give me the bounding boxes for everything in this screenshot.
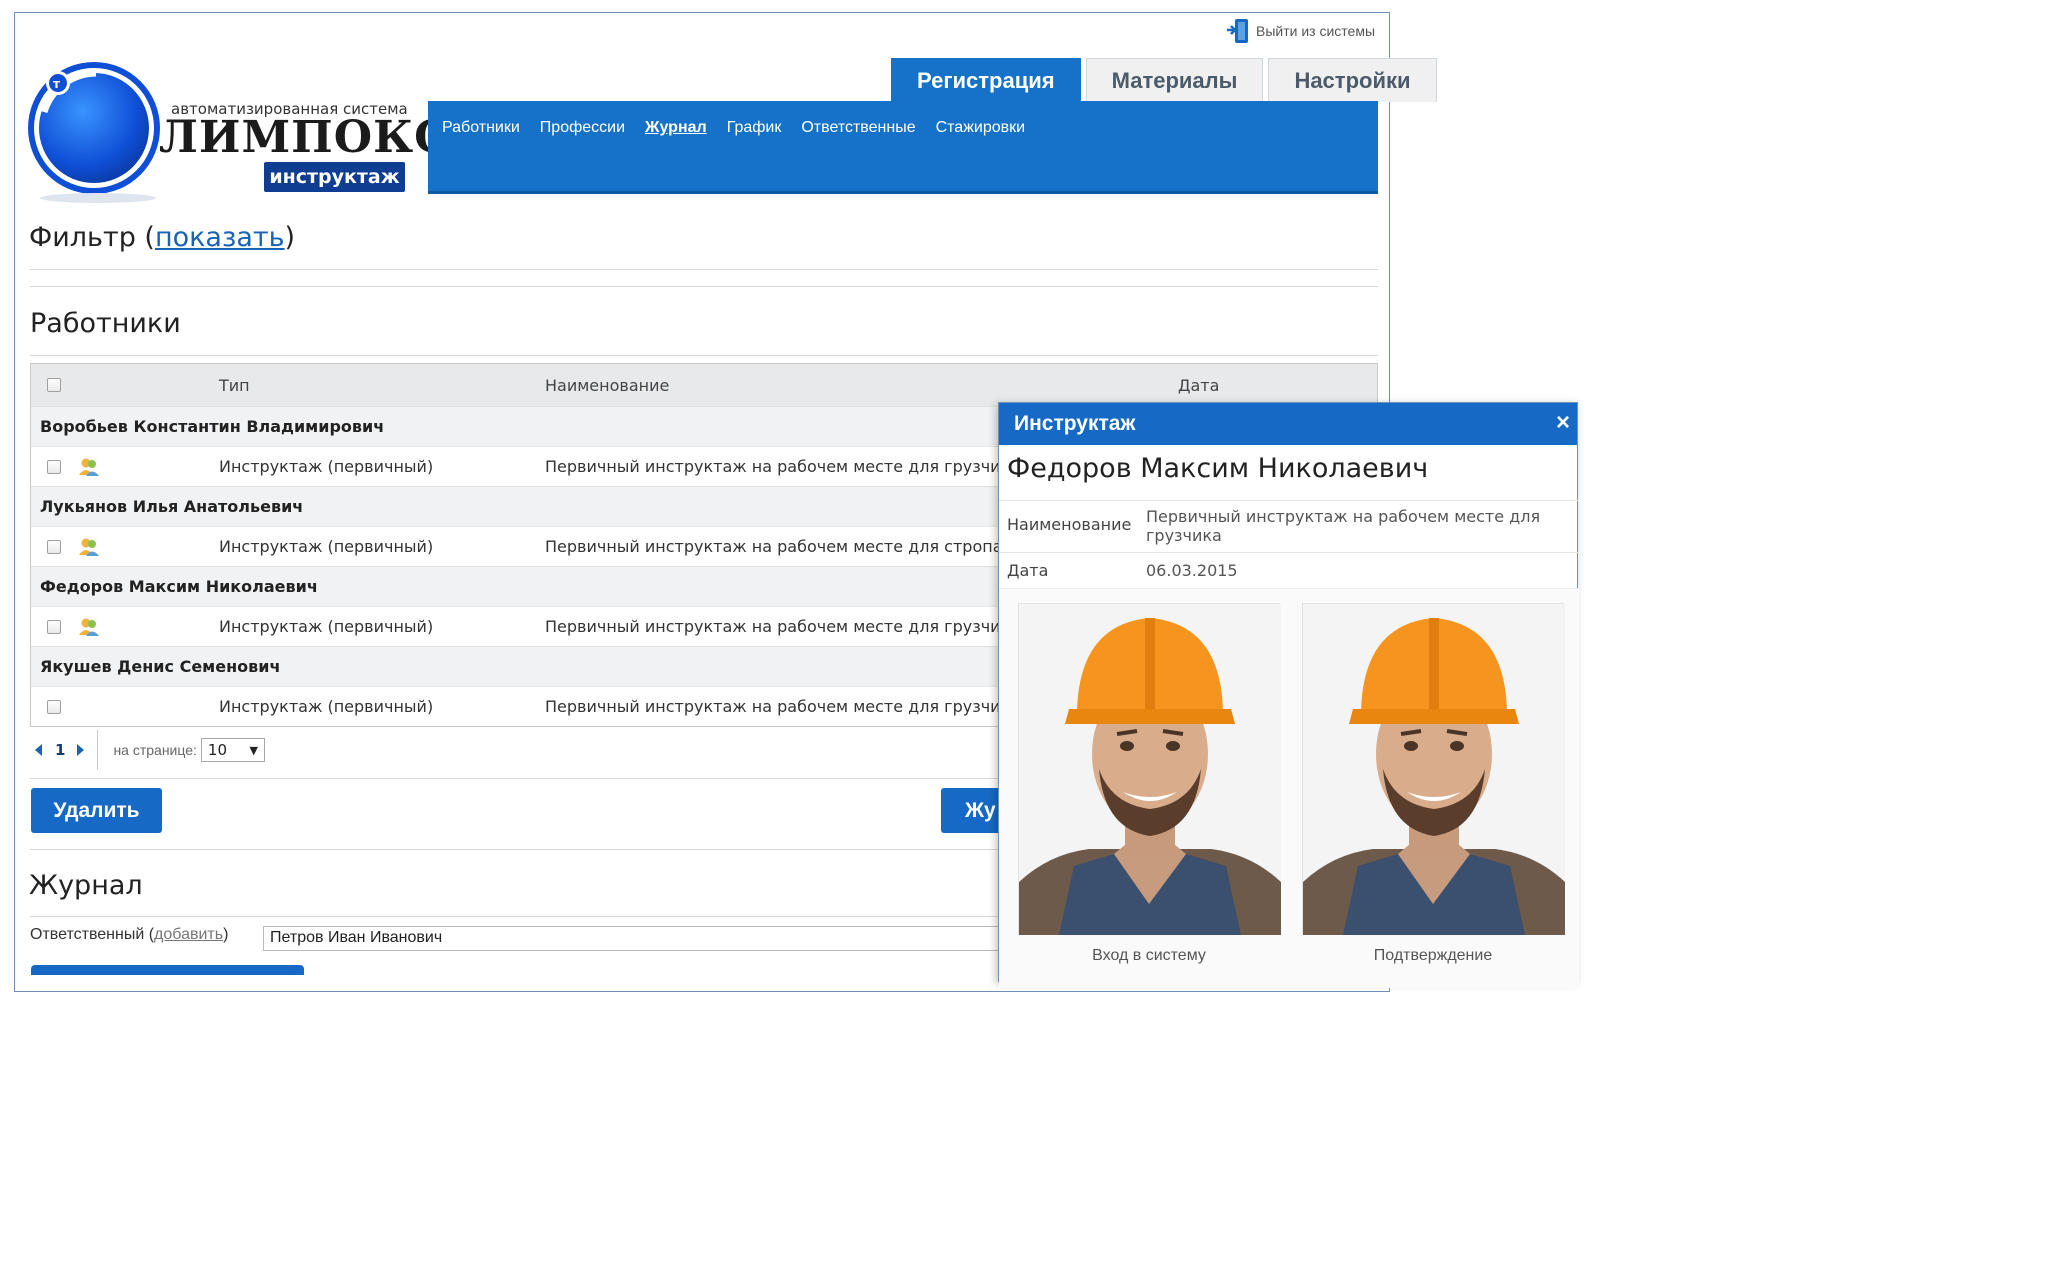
logout-icon — [1227, 19, 1248, 43]
row-type: Инструктаж (первичный) — [219, 537, 434, 556]
responsible-text: Ответственный ( — [30, 926, 155, 943]
worker-photo-image — [1019, 604, 1281, 935]
responsible-field[interactable]: Петров Иван Иванович — [263, 926, 1023, 951]
column-type: Тип — [219, 375, 250, 395]
row-checkbox[interactable] — [47, 459, 61, 474]
filter-heading: Фильтр (показать) — [29, 222, 295, 253]
select-all-checkbox[interactable] — [47, 378, 61, 392]
per-page-label: на странице: — [113, 742, 197, 758]
photo-gallery: Вход в систему Подтверждение — [999, 588, 1579, 988]
row-checkbox[interactable] — [47, 699, 61, 714]
pager: 1 на странице: 10 ▼ — [30, 730, 265, 770]
table-header: Тип Наименование Дата — [31, 364, 1377, 406]
column-date: Дата — [1178, 375, 1220, 395]
responsible-paren: ) — [223, 926, 229, 943]
tab-settings[interactable]: Настройки — [1268, 58, 1437, 102]
row-name: Первичный инструктаж на рабочем месте дл… — [545, 537, 1038, 556]
dialog-titlebar: Инструктаж × — [999, 403, 1577, 445]
dropdown-arrow-icon: ▼ — [249, 743, 258, 757]
users-icon[interactable] — [78, 617, 100, 637]
field-label: Наименование — [1007, 515, 1132, 534]
filter-paren: ) — [284, 222, 296, 253]
svg-text:т: т — [53, 77, 60, 91]
journal-heading: Журнал — [29, 870, 143, 901]
divider — [30, 286, 1378, 287]
dialog-field-name: Наименование Первичный инструктаж на раб… — [999, 500, 1579, 550]
add-responsible-link[interactable]: добавить — [154, 926, 223, 943]
row-checkbox[interactable] — [47, 619, 61, 634]
worker-photo-image — [1303, 604, 1565, 935]
field-value: Первичный инструктаж на рабочем месте дл… — [1146, 507, 1541, 545]
subnav-workers[interactable]: Работники — [442, 119, 520, 139]
dialog-field-date: Дата 06.03.2015 — [999, 552, 1579, 588]
subnav-internships[interactable]: Стажировки — [936, 119, 1025, 139]
logo-product: инструктаж — [264, 162, 405, 192]
sub-navigation: Работники Профессии Журнал График Ответс… — [428, 101, 1378, 194]
current-page[interactable]: 1 — [55, 741, 65, 759]
photo-caption: Вход в систему — [1092, 947, 1206, 964]
app-logo: т автоматизированная система ЛИМПОКС инс… — [26, 56, 449, 206]
tab-materials[interactable]: Материалы — [1085, 58, 1264, 102]
per-page-value: 10 — [207, 741, 228, 759]
dialog-title: Инструктаж — [1014, 412, 1136, 435]
subnav-professions[interactable]: Профессии — [540, 119, 625, 139]
field-value: 06.03.2015 — [1146, 561, 1238, 580]
row-type: Инструктаж (первичный) — [219, 457, 434, 476]
close-icon[interactable]: × — [1556, 409, 1570, 437]
row-checkbox[interactable] — [47, 539, 61, 554]
filter-label: Фильтр ( — [29, 222, 155, 253]
column-name: Наименование — [545, 375, 670, 395]
divider — [30, 355, 1378, 356]
field-label: Дата — [1007, 561, 1049, 580]
confirmation-photo[interactable] — [1302, 603, 1565, 935]
responsible-label: Ответственный (добавить) — [30, 926, 228, 944]
tab-registration[interactable]: Регистрация — [891, 58, 1081, 102]
subnav-schedule[interactable]: График — [727, 119, 782, 139]
photo-caption: Подтверждение — [1373, 947, 1493, 964]
workers-heading: Работники — [30, 308, 181, 339]
main-tabs: Регистрация Материалы Настройки — [891, 58, 1437, 102]
partial-button[interactable] — [31, 965, 304, 975]
row-name: Первичный инструктаж на рабочем месте дл… — [545, 697, 1021, 716]
logout-link[interactable]: Выйти из системы — [1226, 18, 1375, 44]
divider — [30, 269, 1378, 270]
users-icon[interactable] — [78, 537, 100, 557]
login-photo[interactable] — [1018, 603, 1281, 935]
logout-label: Выйти из системы — [1256, 23, 1376, 39]
row-type: Инструктаж (первичный) — [219, 617, 434, 636]
subnav-responsible[interactable]: Ответственные — [801, 119, 915, 139]
next-page-icon[interactable] — [77, 744, 85, 756]
prev-page-icon[interactable] — [35, 744, 42, 756]
row-type: Инструктаж (первичный) — [219, 697, 434, 716]
subnav-journal[interactable]: Журнал — [645, 119, 707, 139]
logo-brand: ЛИМПОКС — [159, 112, 451, 163]
instruction-dialog: Инструктаж × Федоров Максим Николаевич Н… — [998, 402, 1579, 988]
per-page-select[interactable]: 10 ▼ — [200, 738, 265, 762]
row-name: Первичный инструктаж на рабочем месте дл… — [545, 457, 1021, 476]
users-icon[interactable] — [78, 457, 100, 477]
delete-button[interactable]: Удалить — [31, 788, 162, 833]
divider — [97, 730, 99, 770]
filter-show-link[interactable]: показать — [155, 222, 285, 253]
row-name: Первичный инструктаж на рабочем месте дл… — [545, 617, 1021, 636]
dialog-person-name: Федоров Максим Николаевич — [1007, 453, 1429, 484]
